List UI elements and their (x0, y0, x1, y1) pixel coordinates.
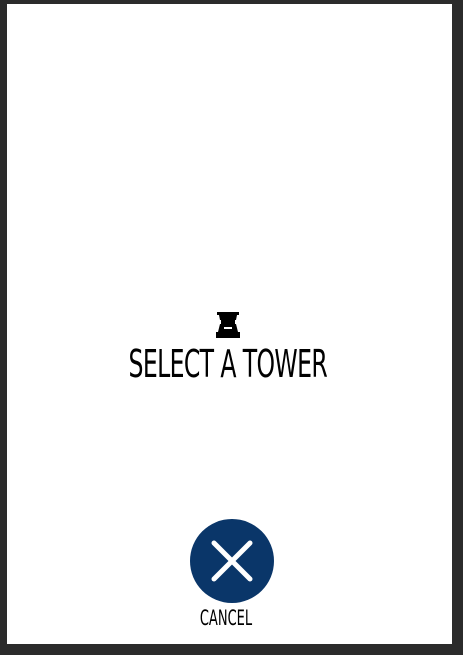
close-icon (211, 540, 253, 582)
tower-icon (214, 310, 242, 340)
select-tower-title: SELECT A TOWER (128, 342, 328, 386)
tower-select-panel: SELECT A TOWER (7, 4, 452, 644)
cancel-label[interactable]: CANCEL (86, 605, 366, 631)
cancel-button[interactable] (190, 519, 274, 603)
